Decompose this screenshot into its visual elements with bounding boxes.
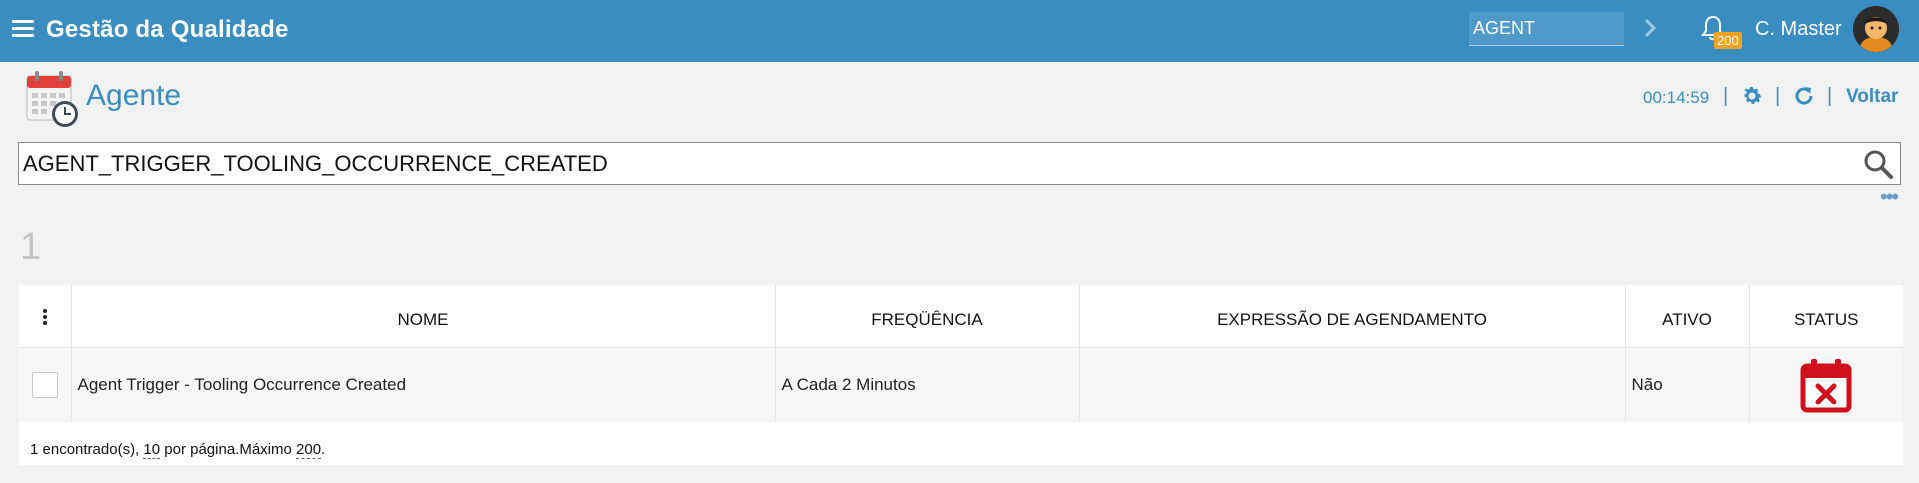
cell-frequencia: A Cada 2 Minutos	[775, 347, 1080, 422]
user-name[interactable]: C. Master	[1755, 18, 1842, 41]
toolbar-divider: |	[1827, 85, 1833, 107]
row-select-cell	[19, 347, 72, 422]
search-icon[interactable]	[1862, 148, 1894, 180]
search-box	[18, 142, 1901, 185]
app-title: Gestão da Qualidade	[46, 16, 289, 43]
result-count: 1	[20, 226, 42, 268]
notification-badge: 200	[1714, 32, 1742, 49]
toolbar-divider: |	[1775, 85, 1781, 107]
found-count-text: 1 encontrado(s),	[30, 441, 140, 458]
session-timer: 00:14:59	[1643, 88, 1710, 107]
cell-status	[1749, 347, 1903, 422]
back-link[interactable]: Voltar	[1846, 86, 1898, 108]
kebab-menu-icon[interactable]	[42, 309, 48, 326]
gear-icon[interactable]	[1740, 84, 1764, 108]
refresh-icon[interactable]	[1792, 84, 1816, 108]
pagination-info: 1 encontrado(s), 10 por página.Máximo 20…	[30, 441, 326, 459]
pager-end: .	[321, 441, 326, 458]
cell-expressao	[1079, 347, 1626, 422]
column-header-nome[interactable]: NOME	[71, 285, 776, 348]
module-search-input[interactable]	[1469, 12, 1624, 46]
column-actions[interactable]	[19, 285, 72, 348]
toolbar-divider: |	[1723, 85, 1729, 107]
column-header-status[interactable]: STATUS	[1749, 285, 1903, 348]
more-options-icon[interactable]: •••	[1880, 186, 1899, 208]
chevron-right-icon[interactable]	[1640, 16, 1660, 40]
results-table: NOME FREQÜÊNCIA EXPRESSÃO DE AGENDAMENTO…	[19, 285, 1903, 465]
table-row[interactable]: Agent Trigger - Tooling Occurrence Creat…	[19, 347, 1903, 422]
top-bar: Gestão da Qualidade 200 C. Master	[0, 0, 1919, 62]
menu-icon[interactable]	[12, 20, 34, 38]
search-input[interactable]	[23, 147, 1843, 181]
column-header-frequencia[interactable]: FREQÜÊNCIA	[775, 285, 1080, 348]
table-header-row: NOME FREQÜÊNCIA EXPRESSÃO DE AGENDAMENTO…	[19, 285, 1903, 348]
calendar-clock-icon	[26, 71, 78, 127]
row-checkbox[interactable]	[31, 371, 58, 398]
per-page-selector[interactable]: 10	[143, 441, 161, 459]
page-title: Agente	[86, 79, 182, 112]
max-results-selector[interactable]: 200	[296, 441, 322, 459]
column-header-ativo[interactable]: ATIVO	[1625, 285, 1750, 348]
cell-nome[interactable]: Agent Trigger - Tooling Occurrence Creat…	[71, 347, 776, 422]
calendar-cancel-icon	[1800, 358, 1852, 413]
cell-ativo: Não	[1625, 347, 1750, 422]
per-page-text: por página.Máximo	[164, 441, 292, 458]
avatar[interactable]	[1853, 6, 1899, 52]
column-header-expressao[interactable]: EXPRESSÃO DE AGENDAMENTO	[1079, 285, 1626, 348]
